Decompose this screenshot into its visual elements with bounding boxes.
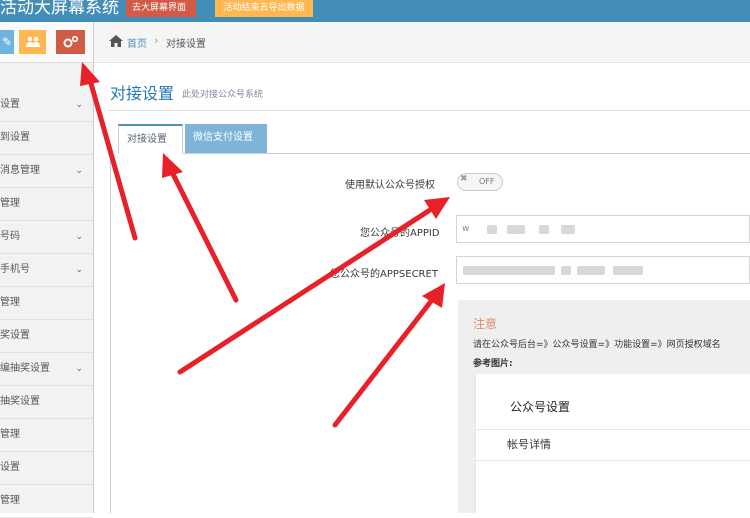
appid-label: 您公众号的APPID bbox=[360, 228, 440, 239]
breadcrumb-separator: › bbox=[154, 34, 159, 47]
sidebar-item[interactable]: 到设置 bbox=[0, 122, 93, 155]
blurred-text bbox=[577, 266, 605, 275]
chevron-down-icon: ⌄ bbox=[75, 265, 83, 275]
sidebar-item[interactable]: 奖设置 bbox=[0, 320, 93, 353]
sidebar-item-label: 手机号 bbox=[0, 264, 30, 275]
sidebar-item-label: 设置 bbox=[0, 99, 20, 110]
title-divider bbox=[108, 110, 750, 111]
sidebar-item-label: 编抽奖设置 bbox=[0, 363, 50, 374]
sidebar-item-label: 管理 bbox=[0, 198, 20, 209]
appid-value: w bbox=[462, 224, 470, 234]
notice-ref-label: 参考图片: bbox=[473, 359, 513, 369]
sidebar-item[interactable]: 管理 bbox=[0, 485, 93, 518]
sidebar-item[interactable]: 编抽奖设置 ⌄ bbox=[0, 353, 93, 386]
ref-divider bbox=[476, 460, 750, 461]
chevron-down-icon: ⌄ bbox=[75, 364, 83, 374]
ref-detail: 帐号详情 bbox=[507, 438, 551, 451]
blurred-text bbox=[463, 266, 555, 275]
sidebar-item-label: 消息管理 bbox=[0, 165, 40, 176]
pencil-icon[interactable]: ✎ bbox=[0, 30, 14, 54]
sidebar-shortcuts: ✎ bbox=[0, 22, 93, 63]
sidebar-menu: 设置 ⌄ 到设置 消息管理 ⌄ 管理 号码 ⌄ 手机号 ⌄ 管理 奖设置 编抽奖设置 ⌄ 抽奖设置 管理 设置管… bbox=[0, 89, 93, 518]
sidebar-item-label: 设置 bbox=[0, 462, 20, 473]
breadcrumb-home-link[interactable]: 首页 bbox=[127, 35, 147, 50]
sidebar-item[interactable]: 设置 ⌄ bbox=[0, 89, 93, 122]
ref-heading: 公众号设置 bbox=[510, 400, 571, 414]
ref-divider bbox=[476, 429, 750, 430]
sidebar-item[interactable]: 号码 ⌄ bbox=[0, 221, 93, 254]
sidebar-item[interactable]: 管理 bbox=[0, 188, 93, 221]
default-auth-toggle[interactable]: ✖ OFF bbox=[457, 173, 503, 191]
blurred-text bbox=[561, 225, 575, 234]
sidebar-item-label: 管理 bbox=[0, 297, 20, 308]
cogs-icon[interactable] bbox=[56, 30, 85, 54]
breadcrumb: 首页 › 对接设置 bbox=[94, 22, 750, 63]
chevron-down-icon: ⌄ bbox=[75, 232, 83, 242]
page-title: 对接设置 bbox=[110, 84, 175, 103]
tab-wechat-pay-settings[interactable]: 微信支付设置 bbox=[185, 124, 267, 153]
tab-docking-settings[interactable]: 对接设置 bbox=[118, 124, 183, 154]
chevron-down-icon: ⌄ bbox=[75, 100, 83, 110]
home-icon bbox=[109, 35, 123, 47]
blurred-text bbox=[561, 266, 571, 275]
sidebar-item[interactable]: 抽奖设置 bbox=[0, 386, 93, 419]
sidebar-item[interactable]: 管理 bbox=[0, 419, 93, 452]
sidebar-item-label: 奖设置 bbox=[0, 330, 30, 341]
blurred-text bbox=[507, 225, 525, 234]
close-icon: ✖ bbox=[460, 174, 468, 184]
sidebar-item[interactable]: 管理 bbox=[0, 287, 93, 320]
sidebar-item-label: 到设置 bbox=[0, 132, 30, 143]
chevron-down-icon: ⌄ bbox=[75, 166, 83, 176]
default-auth-label: 使用默认公众号授权 bbox=[345, 180, 435, 191]
toggle-state-text: OFF bbox=[479, 177, 495, 186]
sidebar-item-label: 号码 bbox=[0, 231, 20, 242]
top-navbar: 活动大屏幕系统 去大屏幕界面 活动结束去导出数据 bbox=[0, 0, 750, 22]
breadcrumb-current: 对接设置 bbox=[166, 39, 206, 50]
blurred-text bbox=[539, 225, 549, 234]
export-data-button[interactable]: 活动结束去导出数据 bbox=[215, 0, 313, 17]
blurred-text bbox=[487, 225, 497, 234]
sidebar-item[interactable]: 消息管理 ⌄ bbox=[0, 155, 93, 188]
sidebar-item-label: 抽奖设置 bbox=[0, 396, 40, 407]
appid-field[interactable]: w bbox=[456, 215, 750, 243]
appsecret-field[interactable] bbox=[456, 256, 750, 284]
reference-image: 公众号设置 帐号详情 bbox=[475, 374, 750, 513]
appsecret-label: 您公众号的APPSECRET bbox=[330, 269, 438, 280]
go-big-screen-button[interactable]: 去大屏幕界面 bbox=[126, 0, 196, 17]
users-icon[interactable] bbox=[19, 30, 46, 54]
blurred-text bbox=[613, 266, 643, 275]
sidebar-item[interactable]: 设置 bbox=[0, 452, 93, 485]
notice-text: 请在公众号后台=》公众号设置=》功能设置=》网页授权域名 bbox=[473, 340, 721, 350]
sidebar-item-label: 管理 bbox=[0, 495, 20, 506]
page-subtitle: 此处对接公众号系统 bbox=[182, 90, 264, 100]
tab-bar: 对接设置 微信支付设置 bbox=[118, 124, 750, 154]
sidebar-item[interactable]: 手机号 ⌄ bbox=[0, 254, 93, 287]
notice-title: 注意 bbox=[473, 317, 498, 331]
notice-box: 注意 请在公众号后台=》公众号设置=》功能设置=》网页授权域名 参考图片: 公众… bbox=[458, 300, 750, 513]
app-title: 活动大屏幕系统 bbox=[0, 0, 119, 18]
sidebar-item-label: 管理 bbox=[0, 429, 20, 440]
